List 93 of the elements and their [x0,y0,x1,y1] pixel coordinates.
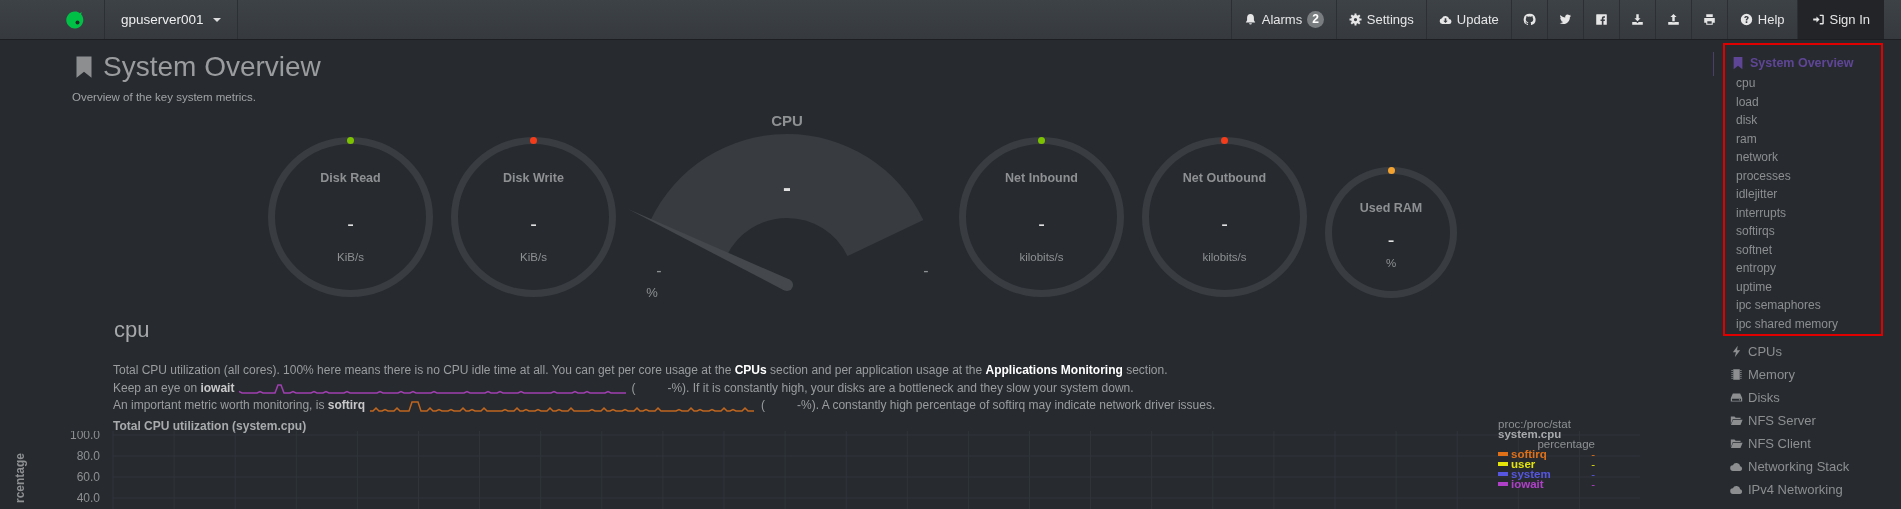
folder-icon [1730,437,1743,450]
axis-tick-label: 80.0 [76,448,100,463]
sidebar-item[interactable]: NFS Client [1723,432,1811,455]
bolt-icon [1730,345,1743,358]
cloud-icon [1730,460,1743,473]
sidebar-subitem[interactable]: idlejitter [1731,185,1881,204]
server-selector[interactable]: gpuserver001 [104,0,238,39]
caret-icon [212,17,221,22]
sidebar-subitem[interactable]: network [1731,148,1881,167]
bookmark-icon [1731,56,1745,70]
help-button[interactable]: Help [1726,0,1797,39]
sidebar-item[interactable]: IPv4 Networking [1723,478,1843,501]
count-badge: 2 [1307,11,1324,28]
sidebar-subitem[interactable]: interrupts [1731,203,1881,222]
update-button[interactable]: Update [1425,0,1511,39]
gauge-value: - [783,174,791,201]
metric-value: ( [631,379,636,397]
gauge-unit: KiB/s [337,250,364,264]
sidebar-item[interactable]: Networking Stack [1723,455,1850,478]
gauge-label: Used RAM [1359,200,1423,216]
metric-description: -%). A constantly high percentage of softirq may indicate network driver issues. [797,397,1216,414]
sidebar-item[interactable]: Memory [1723,363,1795,386]
round-logo-icon [1522,13,1536,26]
gauge-max: - [923,262,929,279]
upload-icon [1666,13,1680,26]
metric-description: Keep an eye on iowait [113,379,235,397]
drive-icon [1730,391,1743,404]
chart-title: Total CPU utilization (system.cpu) [113,418,307,433]
section-heading: cpu [114,318,151,342]
gauge-value: - [1221,212,1228,236]
chip-icon [1730,368,1743,381]
legend-label[interactable]: user [1511,458,1536,469]
axis-tick-label: 100.0 [69,430,100,442]
gauge-value: - [347,212,354,236]
square-logo-icon [1594,13,1608,26]
gauge-value: - [530,212,537,236]
sidebar-subitem[interactable]: entropy [1731,259,1881,278]
sidebar-subitem[interactable]: softnet [1731,240,1881,259]
gauge-unit: % [1385,256,1397,270]
sidebar-subitem[interactable]: uptime [1731,277,1881,296]
sidebar-subitem[interactable]: disk [1731,111,1881,130]
sidebar-subitem[interactable]: softirqs [1731,222,1881,241]
section-description: Total CPU utilization (all cores). 100% here means there is no CPU idle time at all. You can get per core usage at the CPUs section and per application usage at the Applications Monitoring section. [113,362,1169,379]
axis-tick-label: 60.0 [76,469,100,484]
folder-icon [1730,414,1743,427]
gauge-value: - [1387,228,1395,252]
logo-icon[interactable] [65,9,85,30]
page-title: System Overview [103,52,321,82]
sidebar-subitem[interactable]: ipc shared memory [1731,314,1881,333]
metric-description: -%). If it is constantly high, your disks are a bottleneck and they slow your system down. [667,379,1134,397]
sidebar-subitem[interactable]: ram [1731,129,1881,148]
legend-value: - [1591,448,1595,459]
cloud-download-icon [1438,13,1452,26]
sign-in-icon [1811,13,1825,26]
sidebar-subitem[interactable]: processes [1731,166,1881,185]
sidebar-subitem[interactable]: ipc semaphores [1731,296,1881,315]
bell-icon [1243,13,1257,26]
metric-value: ( [761,397,766,414]
gauge-label: Net Outbound [1182,170,1267,186]
axis-tick-label: 40.0 [76,490,100,505]
sidebar-item[interactable]: Disks [1723,386,1780,409]
sidebar-item[interactable]: CPUs [1723,340,1782,363]
metric-description: An important metric worth monitoring, is softirq [113,397,366,414]
settings-button[interactable]: Settings [1335,0,1426,39]
gauge-label: Disk Read [320,170,381,186]
legend-value: - [1591,468,1595,479]
alarms-button[interactable]: Alarms 2 [1230,0,1336,39]
legend-value: - [1591,458,1595,469]
gauge-unit: % [646,285,658,300]
chart-source: proc:/proc/stat [1498,418,1572,429]
gauge-unit: kilobits/s [1019,250,1064,264]
sidebar-subitem[interactable]: load [1731,92,1881,111]
sidebar-subitem[interactable]: cpu [1731,74,1881,93]
gauge-unit: KiB/s [520,250,547,264]
page-subtitle: Overview of the key system metrics. [72,90,258,104]
gauge-title: CPU [771,112,803,129]
cloud-icon [1730,483,1743,496]
bird-icon [1558,13,1572,26]
sign-in-button[interactable]: Sign In [1796,0,1884,39]
download-icon [1630,13,1644,26]
axis-label: rcentage [13,452,27,503]
legend-value: - [1591,478,1595,489]
question-icon [1739,13,1753,26]
legend-label[interactable]: softirq [1511,448,1547,459]
gauge-value: - [1038,212,1045,236]
gauge-label: Net Inbound [1005,170,1078,186]
gauge-label: Disk Write [503,170,564,186]
gauge-min: - [656,262,662,279]
gauge-unit: kilobits/s [1202,250,1247,264]
sidebar-item[interactable]: NFS Server [1723,409,1816,432]
printer-icon [1702,13,1716,26]
legend-label[interactable]: system [1511,468,1551,479]
gear-icon [1348,13,1362,26]
